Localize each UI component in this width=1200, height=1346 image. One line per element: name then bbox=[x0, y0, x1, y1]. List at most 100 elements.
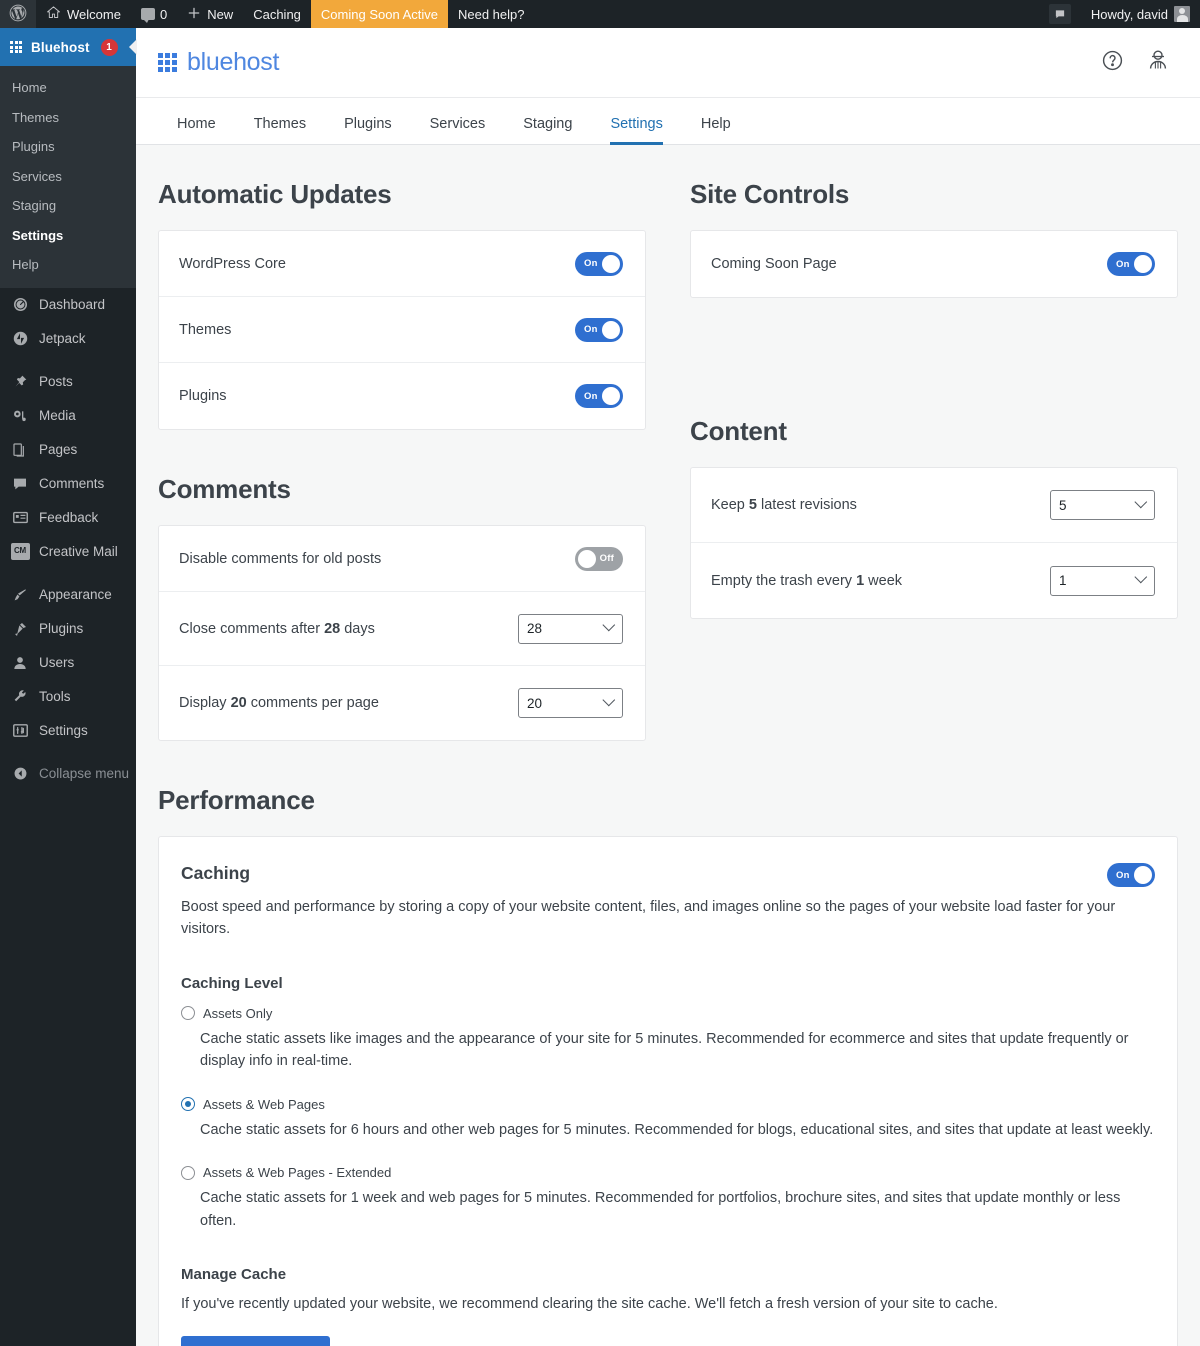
user-icon bbox=[10, 653, 30, 673]
sidebar-divider-3 bbox=[0, 748, 136, 757]
sidebar-item-creative-mail[interactable]: CM Creative Mail bbox=[0, 535, 136, 569]
sidebar-item-users[interactable]: Users bbox=[0, 646, 136, 680]
admin-bar-item-need-help[interactable]: Need help? bbox=[448, 0, 535, 28]
toggle-state-caching: On bbox=[1116, 869, 1130, 881]
admin-bar-label-coming-soon: Coming Soon Active bbox=[320, 6, 438, 22]
select-keep-revisions[interactable]: 5 bbox=[1050, 490, 1155, 520]
sidebar-item-jetpack[interactable]: Jetpack bbox=[0, 322, 136, 356]
chevron-down-icon bbox=[602, 693, 616, 706]
caching-level-option-assets-only[interactable]: Assets Only Cache static assets like ima… bbox=[181, 1006, 1155, 1073]
tab-home[interactable]: Home bbox=[158, 116, 235, 145]
label-close-comments: Close comments after 28 days bbox=[179, 621, 518, 637]
account-icon[interactable] bbox=[1146, 48, 1170, 77]
desc-assets-web-pages-extended: Cache static assets for 1 week and web p… bbox=[200, 1190, 1121, 1229]
tab-services[interactable]: Services bbox=[411, 116, 505, 145]
sidebar-item-appearance[interactable]: Appearance bbox=[0, 578, 136, 612]
comment-bubble-icon bbox=[1048, 4, 1071, 24]
toggle-caching[interactable]: On bbox=[1107, 863, 1155, 887]
admin-bar-item-coming-soon-active[interactable]: Coming Soon Active bbox=[310, 0, 448, 28]
radio-assets-web-pages[interactable] bbox=[181, 1097, 195, 1112]
sidebar-item-media[interactable]: Media bbox=[0, 399, 136, 433]
plus-icon bbox=[187, 6, 201, 23]
manage-cache-title: Manage Cache bbox=[181, 1266, 287, 1284]
wordpress-logo-menu[interactable] bbox=[0, 0, 36, 28]
tab-plugins[interactable]: Plugins bbox=[325, 116, 411, 145]
radio-assets-only[interactable] bbox=[181, 1006, 195, 1021]
home-icon bbox=[46, 5, 61, 23]
row-wordpress-core: WordPress Core On bbox=[159, 231, 645, 297]
avatar-icon bbox=[1174, 6, 1190, 22]
settings-content: Automatic Updates WordPress Core On Them… bbox=[136, 145, 1200, 1346]
admin-bar: Welcome 0 New Caching Coming Soon Active… bbox=[0, 0, 1200, 28]
sidebar-item-plugins[interactable]: Plugins bbox=[0, 612, 136, 646]
section-title-content: Content bbox=[690, 416, 787, 446]
toggle-coming-soon-page[interactable]: On bbox=[1107, 252, 1155, 276]
dashboard-icon bbox=[10, 295, 30, 315]
label-close-comments-suffix: days bbox=[340, 620, 375, 637]
select-close-comments-days[interactable]: 28 bbox=[518, 613, 623, 644]
clear-everything-button[interactable]: Clear Everything bbox=[181, 1335, 331, 1346]
label-display-comments-value: 20 bbox=[230, 695, 247, 711]
toggle-wordpress-core[interactable]: On bbox=[575, 251, 623, 276]
radio-assets-web-pages-extended[interactable] bbox=[181, 1165, 195, 1180]
sidebar-label-jetpack: Jetpack bbox=[39, 330, 86, 346]
select-comments-per-page[interactable]: 20 bbox=[518, 688, 623, 718]
row-themes: Themes On bbox=[159, 297, 645, 363]
submenu-item-home[interactable]: Home bbox=[0, 73, 136, 103]
pages-icon bbox=[10, 440, 30, 460]
desc-assets-only: Cache static assets like images and the … bbox=[200, 1030, 1129, 1070]
submenu-item-staging[interactable]: Staging bbox=[0, 191, 136, 221]
caching-description: Boost speed and performance by storing a… bbox=[181, 899, 1116, 938]
sidebar-label-collapse-menu: Collapse menu bbox=[39, 765, 130, 781]
manage-cache-description: If you've recently updated your website,… bbox=[181, 1296, 998, 1313]
label-assets-web-pages: Assets & Web Pages bbox=[203, 1096, 325, 1112]
caching-level-option-assets-web-pages-extended[interactable]: Assets & Web Pages - Extended Cache stat… bbox=[181, 1165, 1155, 1232]
admin-bar-item-caching[interactable]: Caching bbox=[243, 0, 311, 28]
submenu-item-settings[interactable]: Settings bbox=[0, 221, 136, 251]
tab-help[interactable]: Help bbox=[682, 116, 750, 145]
tab-themes[interactable]: Themes bbox=[235, 116, 325, 145]
admin-bar-notifications[interactable] bbox=[1039, 0, 1081, 28]
sidebar-item-posts[interactable]: Posts bbox=[0, 365, 136, 399]
caching-level-option-assets-web-pages[interactable]: Assets & Web Pages Cache static assets f… bbox=[181, 1097, 1155, 1141]
sidebar-item-dashboard[interactable]: Dashboard bbox=[0, 288, 136, 322]
sidebar-item-tools[interactable]: Tools bbox=[0, 680, 136, 714]
sidebar-label-plugins: Plugins bbox=[39, 620, 84, 636]
toggle-disable-comments[interactable]: Off bbox=[575, 546, 623, 571]
sidebar-label-pages: Pages bbox=[39, 441, 78, 457]
caching-level-title: Caching Level bbox=[181, 974, 283, 992]
tab-staging[interactable]: Staging bbox=[504, 116, 591, 145]
submenu-item-help[interactable]: Help bbox=[0, 250, 136, 280]
toggle-themes[interactable]: On bbox=[575, 317, 623, 342]
sidebar-label-creative-mail: Creative Mail bbox=[39, 543, 118, 559]
sidebar-item-collapse-menu[interactable]: Collapse menu bbox=[0, 757, 136, 791]
admin-bar-my-account[interactable]: Howdy, david bbox=[1081, 0, 1200, 28]
admin-bar-item-welcome[interactable]: Welcome bbox=[36, 0, 131, 28]
chevron-down-icon bbox=[1134, 495, 1148, 508]
section-title-performance: Performance bbox=[158, 785, 315, 815]
select-empty-trash-weeks[interactable]: 1 bbox=[1050, 565, 1155, 596]
toggle-state-plugins: On bbox=[584, 390, 598, 402]
tab-settings[interactable]: Settings bbox=[591, 116, 681, 145]
sidebar-item-settings[interactable]: Settings bbox=[0, 714, 136, 748]
admin-bar-label-need-help: Need help? bbox=[457, 6, 525, 22]
label-close-comments-prefix: Close comments after bbox=[179, 620, 325, 637]
label-keep-revisions-value: 5 bbox=[748, 497, 757, 513]
sidebar-item-feedback[interactable]: Feedback bbox=[0, 501, 136, 535]
sidebar-item-pages[interactable]: Pages bbox=[0, 433, 136, 467]
submenu-item-services[interactable]: Services bbox=[0, 162, 136, 192]
admin-bar-item-comments[interactable]: 0 bbox=[131, 0, 177, 28]
help-circle-icon[interactable] bbox=[1101, 49, 1124, 77]
performance-card: Caching On Boost speed and performance b… bbox=[158, 836, 1178, 1346]
toggle-plugins[interactable]: On bbox=[575, 384, 623, 408]
submenu-item-themes[interactable]: Themes bbox=[0, 103, 136, 133]
sidebar-group-admin: Appearance Plugins Users Tools Settings bbox=[0, 578, 136, 748]
sidebar-item-bluehost[interactable]: Bluehost 1 bbox=[0, 28, 137, 66]
admin-bar-item-new[interactable]: New bbox=[177, 0, 243, 28]
sidebar-label-posts: Posts bbox=[39, 373, 73, 389]
sidebar-item-comments[interactable]: Comments bbox=[0, 467, 136, 501]
bluehost-grid-logo bbox=[158, 53, 177, 72]
label-plugins: Plugins bbox=[179, 388, 227, 404]
bluehost-brand[interactable]: bluehost bbox=[158, 48, 279, 77]
submenu-item-plugins[interactable]: Plugins bbox=[0, 132, 136, 162]
